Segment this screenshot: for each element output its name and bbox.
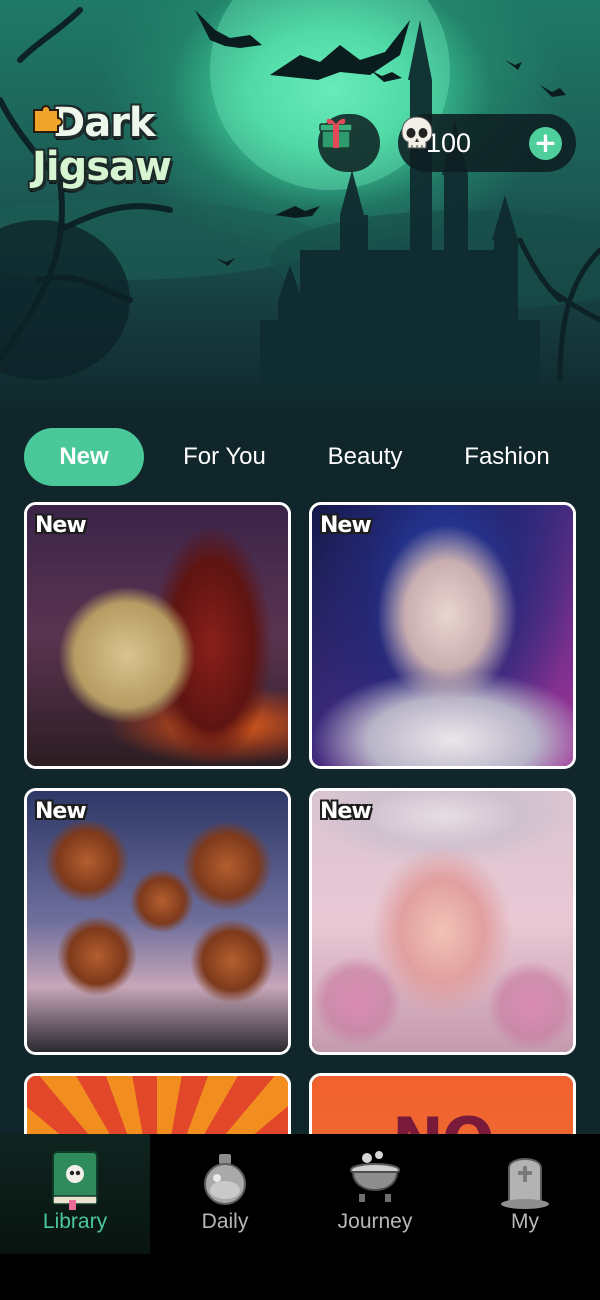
new-badge: New (320, 513, 372, 538)
puzzle-thumbnail (312, 505, 573, 766)
add-currency-button[interactable]: + (529, 127, 562, 160)
logo-line-jigsaw: Jigsaw (32, 144, 172, 190)
book-icon (52, 1151, 98, 1210)
nav-daily[interactable]: Daily (150, 1134, 300, 1254)
hero-banner: Dark Jigsaw 100 + (0, 0, 600, 420)
puzzle-card[interactable]: New (24, 502, 291, 769)
new-badge: New (35, 513, 87, 538)
puzzle-grid: New New New New NO (0, 502, 600, 1138)
tab-new[interactable]: New (24, 428, 144, 486)
tab-beauty[interactable]: Beauty (305, 428, 425, 486)
bottom-navigation: Library Daily Journey My (0, 1134, 600, 1300)
tombstone-icon (501, 1158, 549, 1209)
category-tabs: New For You Beauty Fashion (0, 428, 600, 488)
nav-label-library: Library (42, 1210, 108, 1233)
potion-icon (204, 1154, 246, 1205)
poster-text: NO (392, 1104, 495, 1138)
logo-line-dark: Dark (52, 100, 156, 146)
new-badge: New (35, 799, 87, 824)
puzzle-thumbnail (27, 505, 288, 766)
puzzle-card[interactable]: New (24, 788, 291, 1055)
puzzle-thumbnail (27, 1076, 288, 1138)
nav-label-journey: Journey (337, 1210, 413, 1233)
currency-balance[interactable]: 100 + (398, 114, 576, 172)
tab-for-you[interactable]: For You (162, 428, 287, 486)
cauldron-icon (350, 1151, 400, 1202)
skull-icon (401, 116, 433, 149)
gift-icon (319, 118, 353, 149)
puzzle-thumbnail (27, 791, 288, 1052)
new-badge: New (320, 799, 372, 824)
castle-scene-illustration (0, 0, 600, 390)
puzzle-thumbnail (312, 791, 573, 1052)
puzzle-card[interactable]: New (309, 788, 576, 1055)
puzzle-card[interactable] (24, 1073, 291, 1138)
gift-button[interactable] (318, 114, 380, 172)
nav-my[interactable]: My (450, 1134, 600, 1254)
app-logo: Dark Jigsaw (30, 100, 205, 200)
nav-journey[interactable]: Journey (300, 1134, 450, 1254)
puzzle-card[interactable]: NO (309, 1073, 576, 1138)
tab-fashion[interactable]: Fashion (445, 428, 569, 486)
puzzle-piece-icon (33, 105, 63, 133)
nav-label-daily: Daily (201, 1210, 249, 1233)
nav-label-my: My (511, 1210, 539, 1233)
nav-library[interactable]: Library (0, 1134, 150, 1254)
puzzle-card[interactable]: New (309, 502, 576, 769)
